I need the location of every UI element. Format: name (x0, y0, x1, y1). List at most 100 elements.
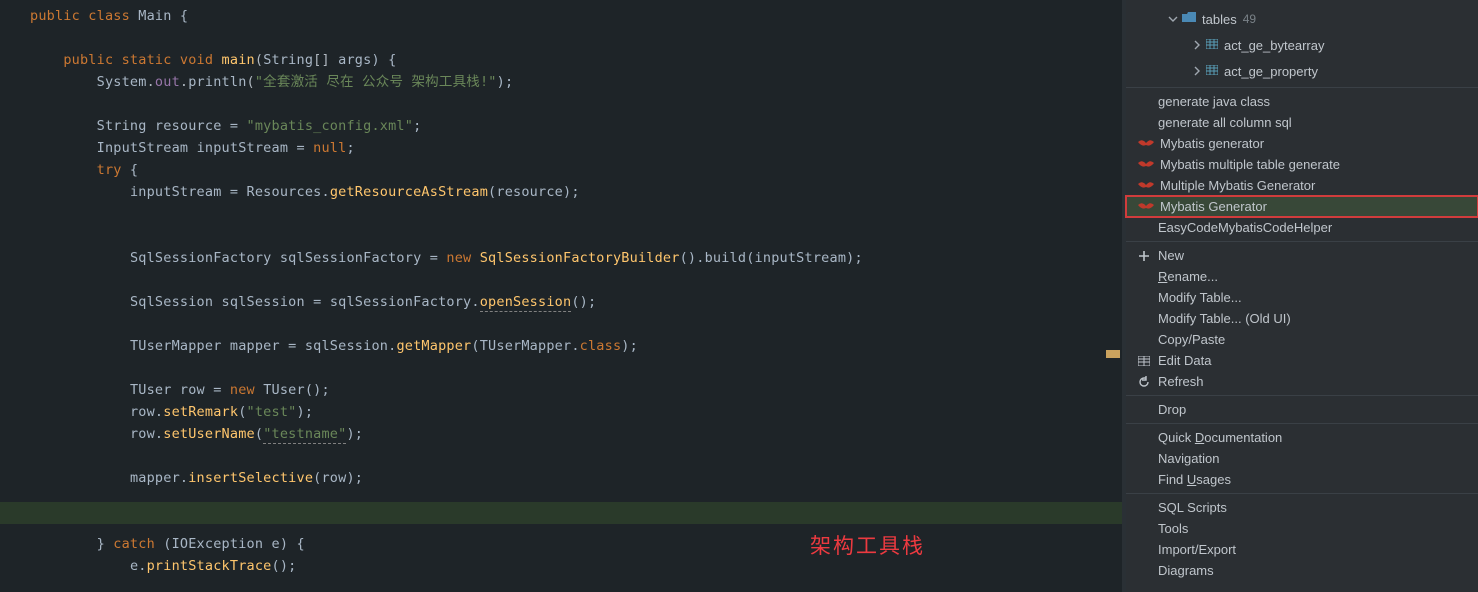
table-icon (1136, 354, 1152, 368)
variable: e (272, 536, 280, 552)
menu-new[interactable]: New (1126, 245, 1478, 266)
keyword: class (88, 8, 130, 24)
folder-icon (1182, 12, 1196, 27)
variable: row (130, 426, 155, 442)
type: SqlSessionFactory (130, 250, 272, 266)
tree-table-item[interactable]: act_ge_bytearray (1126, 32, 1478, 58)
menu-divider (1126, 423, 1478, 424)
plus-icon (1136, 249, 1152, 263)
tree-folder-tables[interactable]: tables 49 (1126, 6, 1478, 32)
chevron-right-icon[interactable] (1190, 38, 1204, 52)
menu-mybatis-generator-highlighted[interactable]: Mybatis Generator (1126, 196, 1478, 217)
bat-icon (1138, 137, 1154, 151)
string-literal: "test" (247, 404, 297, 420)
method-name: main (222, 52, 255, 68)
type: String (263, 52, 313, 68)
db-tree: tables 49 act_ge_bytearray act_ge_proper… (1126, 0, 1478, 84)
variable: row (180, 382, 205, 398)
menu-divider (1126, 241, 1478, 242)
keyword: new (230, 382, 255, 398)
chevron-down-icon[interactable] (1166, 12, 1180, 26)
menu-quick-documentation[interactable]: Quick Documentation (1126, 427, 1478, 448)
method-call: printStackTrace (147, 558, 272, 574)
param: args (338, 52, 371, 68)
menu-easycode-helper[interactable]: EasyCodeMybatisCodeHelper (1126, 217, 1478, 238)
code-content[interactable]: public class Main { public static void m… (10, 0, 1126, 592)
tree-table-item[interactable]: act_ge_property (1126, 58, 1478, 84)
variable: resource (155, 118, 222, 134)
watermark-text: 架构工具栈 (810, 530, 925, 560)
method-call: getResourceAsStream (330, 184, 488, 200)
constructor: TUser (263, 382, 305, 398)
class-name: Main (138, 8, 171, 24)
database-panel: tables 49 act_ge_bytearray act_ge_proper… (1126, 0, 1478, 592)
type: TUser (130, 382, 172, 398)
menu-generate-all-column-sql[interactable]: generate all column sql (1126, 112, 1478, 133)
menu-copy-paste[interactable]: Copy/Paste (1126, 329, 1478, 350)
type: IOException (172, 536, 264, 552)
method-call: openSession (480, 294, 572, 312)
method-call: setRemark (163, 404, 238, 420)
menu-multiple-mybatis-generator[interactable]: Multiple Mybatis Generator (1126, 175, 1478, 196)
variable: sqlSession (222, 294, 305, 310)
string-literal: "testname" (263, 426, 346, 444)
keyword: public (30, 8, 80, 24)
menu-mybatis-generator[interactable]: Mybatis generator (1126, 133, 1478, 154)
variable: mapper (130, 470, 180, 486)
keyword: catch (113, 536, 155, 552)
keyword: void (180, 52, 213, 68)
table-icon (1206, 64, 1218, 78)
menu-drop[interactable]: Drop (1126, 399, 1478, 420)
menu-rename[interactable]: Rename... (1126, 266, 1478, 287)
menu-divider (1126, 395, 1478, 396)
method-call: build (705, 250, 747, 266)
menu-mybatis-multiple-table-generate[interactable]: Mybatis multiple table generate (1126, 154, 1478, 175)
method-call: println (188, 74, 246, 90)
keyword: new (446, 250, 471, 266)
identifier: sqlSession (305, 338, 388, 354)
code-editor[interactable]: public class Main { public static void m… (0, 0, 1126, 592)
keyword: class (580, 338, 622, 354)
menu-diagrams[interactable]: Diagrams (1126, 560, 1478, 581)
bat-icon (1138, 158, 1154, 172)
table-icon (1206, 38, 1218, 52)
class-ref: TUserMapper (480, 338, 572, 354)
type: SqlSession (130, 294, 213, 310)
menu-tools[interactable]: Tools (1126, 518, 1478, 539)
menu-generate-java-class[interactable]: generate java class (1126, 91, 1478, 112)
variable: inputStream (197, 140, 289, 156)
menu-find-usages[interactable]: Find Usages (1126, 469, 1478, 490)
keyword: public (63, 52, 113, 68)
menu-edit-data[interactable]: Edit Data (1126, 350, 1478, 371)
menu-sql-scripts[interactable]: SQL Scripts (1126, 497, 1478, 518)
class-ref: SqlSessionFactoryBuilder (480, 250, 680, 266)
method-call: setUserName (163, 426, 255, 442)
type: InputStream (97, 140, 189, 156)
identifier: System (97, 74, 147, 90)
refresh-icon (1136, 375, 1152, 389)
chevron-right-icon[interactable] (1190, 64, 1204, 78)
menu-navigation[interactable]: Navigation (1126, 448, 1478, 469)
bat-icon (1138, 200, 1154, 214)
string-literal: "全套激活 尽在 公众号 架构工具栈!" (255, 74, 497, 90)
menu-modify-table[interactable]: Modify Table... (1126, 287, 1478, 308)
menu-import-export[interactable]: Import/Export (1126, 539, 1478, 560)
type: TUserMapper (130, 338, 222, 354)
menu-divider (1126, 87, 1478, 88)
keyword: try (97, 162, 122, 178)
method-call: insertSelective (188, 470, 313, 486)
arg: row (321, 470, 346, 486)
keyword: static (122, 52, 172, 68)
menu-divider (1126, 493, 1478, 494)
tree-label: act_ge_bytearray (1224, 38, 1324, 53)
menu-refresh[interactable]: Refresh (1126, 371, 1478, 392)
field: out (155, 74, 180, 90)
arg: resource (496, 184, 563, 200)
identifier: sqlSessionFactory (330, 294, 472, 310)
arg: inputStream (755, 250, 847, 266)
class-ref: Resources (247, 184, 322, 200)
tree-label: tables (1202, 12, 1237, 27)
variable: row (130, 404, 155, 420)
menu-modify-table-old-ui[interactable]: Modify Table... (Old UI) (1126, 308, 1478, 329)
bat-icon (1138, 179, 1154, 193)
